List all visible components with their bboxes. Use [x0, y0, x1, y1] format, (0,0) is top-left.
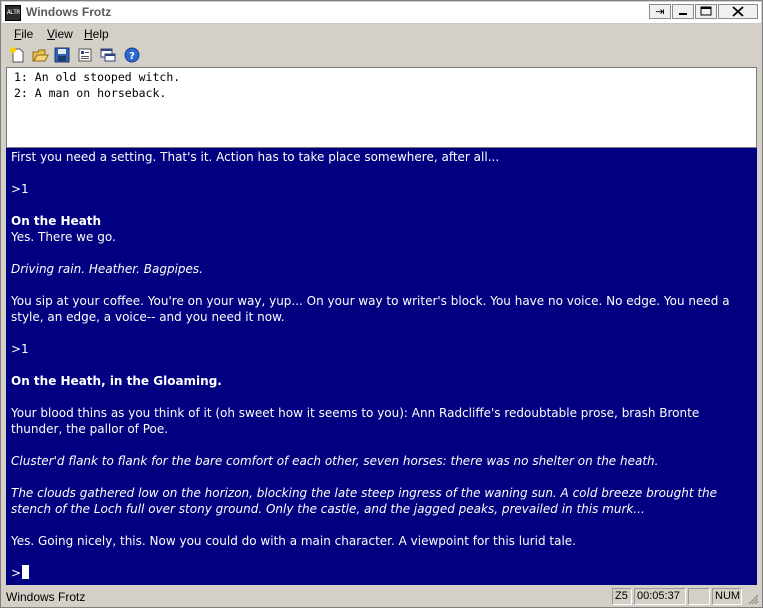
toolbar: ?	[2, 44, 761, 66]
num-lock-panel: NUM	[712, 588, 742, 605]
menu-file[interactable]: File	[14, 27, 33, 41]
close-icon	[732, 6, 744, 17]
properties-icon	[78, 48, 92, 62]
help-button[interactable]: ?	[123, 46, 141, 64]
app-icon-text: ALTR	[7, 9, 20, 16]
window-title: Windows Frotz	[26, 5, 112, 19]
windows-icon	[100, 48, 116, 62]
paragraph-5: Your blood thins as you think of it (oh …	[11, 406, 700, 436]
menu-file-label: ile	[21, 27, 34, 41]
menu-view[interactable]: View	[47, 27, 73, 41]
paragraph-6: Cluster'd flank to flank for the bare co…	[11, 454, 659, 468]
status-window: 1: An old stooped witch. 2: A man on hor…	[6, 67, 757, 148]
open-button[interactable]	[31, 46, 49, 64]
help-icon: ?	[124, 47, 140, 63]
time-panel: 00:05:37	[634, 588, 686, 605]
menu-view-label: iew	[54, 27, 73, 41]
windows-button[interactable]	[99, 46, 117, 64]
svg-text:?: ?	[129, 51, 135, 62]
close-button[interactable]	[718, 4, 758, 19]
open-icon	[32, 49, 49, 62]
status-bar-text: Windows Frotz	[6, 590, 86, 604]
menu-help[interactable]: Help	[84, 27, 109, 41]
paragraph-4: You sip at your coffee. You're on your w…	[11, 294, 730, 324]
paragraph-2: Yes. There we go.	[11, 230, 116, 244]
status-line-2: 2: A man on horseback.	[14, 86, 167, 100]
new-icon	[10, 47, 24, 63]
save-icon	[54, 47, 70, 63]
status-line-1: 1: An old stooped witch.	[14, 70, 181, 84]
version-panel: Z5	[612, 588, 632, 605]
text-cursor	[22, 565, 30, 579]
command-echo-2: >1	[11, 342, 29, 356]
paragraph-8: Yes. Going nicely, this. Now you could d…	[11, 534, 576, 548]
app-window: ALTR Windows Frotz ⇥ File View Help ? 1:…	[0, 0, 763, 608]
app-icon[interactable]: ALTR	[5, 5, 21, 21]
paragraph-intro: First you need a setting. That's it. Act…	[11, 150, 500, 164]
minimize-icon	[679, 13, 687, 15]
paragraph-7: The clouds gathered low on the horizon, …	[11, 486, 718, 516]
menu-bar: File View Help	[2, 24, 761, 44]
minimize-button[interactable]	[672, 4, 694, 19]
maximize-icon	[700, 6, 712, 16]
command-echo-1: >1	[11, 182, 29, 196]
maximize-button[interactable]	[695, 4, 717, 19]
room-heading-1: On the Heath	[11, 214, 102, 228]
menu-help-label: elp	[92, 27, 109, 41]
resize-grip-icon[interactable]	[747, 593, 759, 605]
command-input-line[interactable]: >	[11, 565, 749, 581]
room-heading-2: On the Heath, in the Gloaming.	[11, 374, 222, 388]
paragraph-3: Driving rain. Heather. Bagpipes.	[11, 262, 203, 276]
properties-button[interactable]	[76, 46, 94, 64]
menu-view-accel: V	[47, 27, 55, 41]
save-button[interactable]	[53, 46, 71, 64]
new-button[interactable]	[9, 46, 27, 64]
menu-help-accel: H	[84, 27, 93, 41]
title-bar[interactable]: ALTR Windows Frotz ⇥	[2, 2, 761, 24]
input-prompt: >	[11, 566, 22, 580]
status-bar: Windows Frotz Z5 00:05:37 NUM	[2, 587, 761, 607]
empty-panel	[688, 588, 710, 605]
game-text-window[interactable]: First you need a setting. That's it. Act…	[6, 148, 757, 585]
pin-button[interactable]: ⇥	[649, 4, 671, 19]
